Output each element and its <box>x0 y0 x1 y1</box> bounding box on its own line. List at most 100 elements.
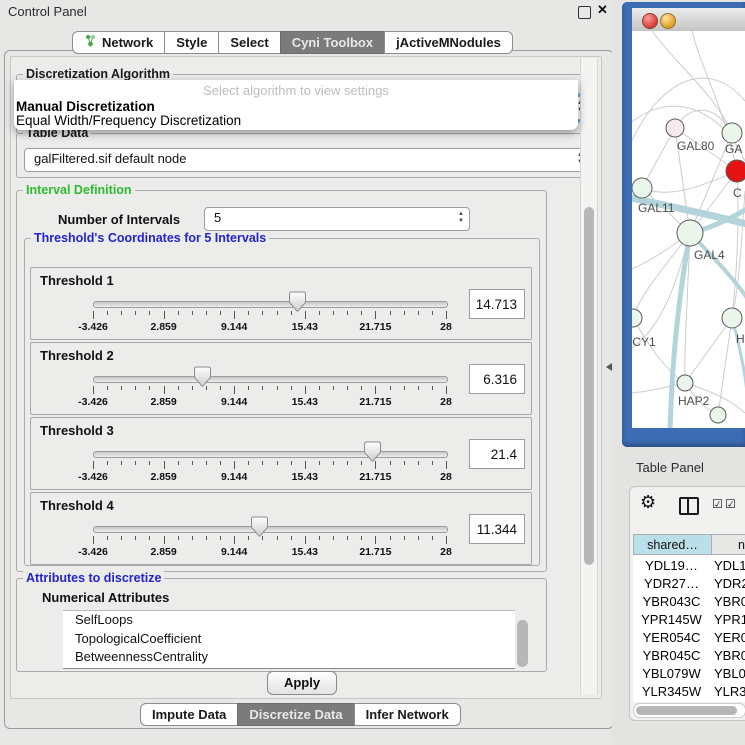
slider-tick <box>446 386 447 394</box>
threshold-value-field[interactable]: 11.344 <box>469 514 525 544</box>
tab-cyni-toolbox[interactable]: Cyni Toolbox <box>280 31 385 54</box>
checkbox-icon[interactable]: ☑ <box>712 497 723 511</box>
slider-tick-label: 28 <box>440 396 452 408</box>
table-cell[interactable]: YBL0 <box>714 666 745 681</box>
slider-thumb[interactable] <box>192 366 212 387</box>
tab-network[interactable]: Network <box>72 31 165 54</box>
bottom-tab-infer-network[interactable]: Infer Network <box>354 703 461 726</box>
table-cell[interactable]: YDR2 <box>714 576 745 591</box>
column-header[interactable]: n… <box>711 534 745 555</box>
threshold-value-field[interactable]: 14.713 <box>469 289 525 319</box>
apply-button[interactable]: Apply <box>267 671 337 695</box>
slider-tick-label: 2.859 <box>150 471 176 483</box>
table-cell[interactable]: YBR0 <box>714 648 745 663</box>
network-node[interactable] <box>632 309 642 327</box>
close-traffic-light-icon[interactable] <box>642 13 658 29</box>
tab-jactivemnodules[interactable]: jActiveMNodules <box>384 31 513 54</box>
float-window-icon[interactable] <box>578 6 591 19</box>
slider-tick-label: 28 <box>440 471 452 483</box>
table-cell[interactable]: YBL079W <box>633 666 710 681</box>
attribute-list-item[interactable]: TopologicalCoefficient <box>63 630 515 649</box>
gear-icon[interactable]: ⚙ <box>640 492 656 513</box>
attribute-list-item[interactable]: BetweennessCentrality <box>63 648 515 667</box>
table-cell[interactable]: YER054C <box>633 630 710 645</box>
num-intervals-combobox[interactable]: 5 ▲▼ <box>204 207 470 231</box>
bottom-tab-impute-data[interactable]: Impute Data <box>140 703 238 726</box>
threshold-label: Threshold 3 <box>40 423 114 438</box>
table-cell[interactable]: YDL19… <box>633 558 710 573</box>
network-node[interactable] <box>632 178 652 198</box>
slider-tick <box>220 311 221 315</box>
table-hscrollbar-track[interactable] <box>633 703 745 718</box>
network-node[interactable] <box>677 220 703 246</box>
attributes-list-scrollbar[interactable] <box>517 620 528 667</box>
slider-thumb[interactable] <box>287 291 307 312</box>
slider-tick-label: -3.426 <box>78 321 108 333</box>
slider-tick <box>347 461 348 465</box>
table-cell[interactable]: YPR1 <box>714 612 745 627</box>
table-cell[interactable]: YLR3 <box>714 684 745 699</box>
network-node[interactable] <box>726 160 745 182</box>
table-cell[interactable]: YBR0 <box>714 594 745 609</box>
slider-track[interactable] <box>93 451 448 458</box>
network-node[interactable] <box>722 123 742 143</box>
slider-tick-label: 2.859 <box>150 321 176 333</box>
panel-scrollbar-thumb[interactable] <box>584 207 594 565</box>
slider-thumb[interactable] <box>362 441 382 462</box>
slider-tick <box>375 311 376 319</box>
slider-tick <box>347 386 348 390</box>
slider-tick <box>248 311 249 315</box>
slider-tick <box>319 461 320 465</box>
slider-track[interactable] <box>93 376 448 383</box>
network-node[interactable] <box>666 119 684 137</box>
network-canvas[interactable]: GAL80GACGAL11GAL4GCY1HHAP2 <box>632 31 745 428</box>
network-icon <box>84 32 97 53</box>
table-hscrollbar-thumb[interactable] <box>636 706 737 715</box>
slider-tick <box>390 311 391 315</box>
tab-label: Select <box>230 32 268 53</box>
attribute-list-item[interactable]: SelfLoops <box>63 611 515 630</box>
slider-tick <box>234 386 235 394</box>
threshold-value-field[interactable]: 6.316 <box>469 364 525 394</box>
slider-tick <box>404 386 405 390</box>
minimize-traffic-light-icon[interactable] <box>660 13 676 29</box>
slider-track[interactable] <box>93 301 448 308</box>
tab-label: jActiveMNodules <box>396 32 501 53</box>
numerical-attributes-list[interactable]: SelfLoopsTopologicalCoefficientBetweenne… <box>63 610 515 669</box>
panel-scrollbar-track[interactable] <box>580 58 598 695</box>
algorithm-option[interactable]: Equal Width/Frequency Discretization <box>16 113 241 128</box>
algorithm-option[interactable]: Manual Discretization <box>16 99 155 114</box>
network-window-titlebar[interactable] <box>632 8 745 32</box>
table-cell[interactable]: YBR045C <box>633 648 710 663</box>
table-data-combobox[interactable]: galFiltered.sif default node ▲▼ <box>24 148 589 172</box>
table-cell[interactable]: YBR043C <box>633 594 710 609</box>
network-node[interactable] <box>710 407 726 423</box>
slider-thumb[interactable] <box>249 516 269 537</box>
slider-track[interactable] <box>93 526 448 533</box>
threshold-row: Threshold 1-3.4262.8599.14415.4321.71528… <box>30 267 532 340</box>
table-cell[interactable]: YER0 <box>714 630 745 645</box>
tab-select[interactable]: Select <box>218 31 280 54</box>
close-icon[interactable]: ✕ <box>597 3 608 14</box>
algorithm-dropdown-popup: Select algorithm to view settings Manual… <box>14 80 578 130</box>
table-cell[interactable]: YPR145W <box>633 612 710 627</box>
threshold-value-field[interactable]: 21.4 <box>469 439 525 469</box>
table-cell[interactable]: YDL1 <box>714 558 745 573</box>
slider-tick <box>262 461 263 465</box>
tab-style[interactable]: Style <box>164 31 219 54</box>
network-node[interactable] <box>677 375 693 391</box>
slider-tick <box>93 461 94 469</box>
column-header[interactable]: shared… <box>633 534 712 555</box>
table-cell[interactable]: YLR345W <box>633 684 710 699</box>
bottom-tab-discretize-data[interactable]: Discretize Data <box>237 703 354 726</box>
zoom-traffic-light-icon[interactable] <box>678 13 692 27</box>
column-layout-icon[interactable] <box>679 497 699 515</box>
network-node[interactable] <box>722 308 742 328</box>
slider-tick <box>432 536 433 540</box>
tab-label: Style <box>176 32 207 53</box>
checkbox-icon[interactable]: ☑ <box>725 497 736 511</box>
table-cell[interactable]: YDR27… <box>633 576 710 591</box>
slider-tick <box>432 311 433 315</box>
slider-tick <box>220 461 221 465</box>
node-table[interactable]: shared…n…YDL19… YDL1 YDR27… YDR2 YBR043C YBR0… <box>633 534 745 702</box>
